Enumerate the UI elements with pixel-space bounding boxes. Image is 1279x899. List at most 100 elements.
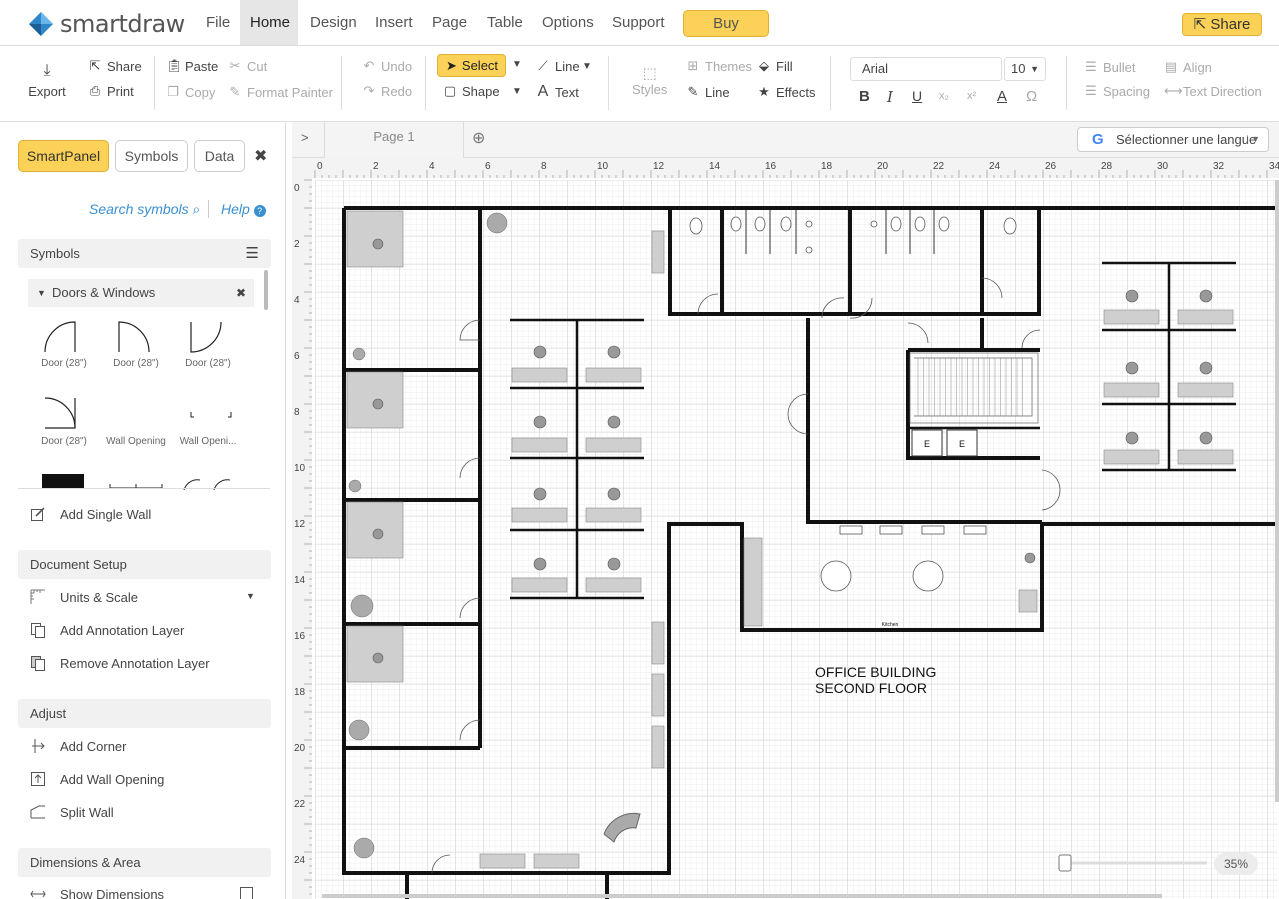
- fill-label: Fill: [776, 58, 793, 74]
- show-dimensions-row[interactable]: Show Dimensions: [30, 886, 164, 899]
- kitchen-label[interactable]: Kitchen: [882, 622, 899, 628]
- text-direction-button[interactable]: ⟷ Text Direction: [1164, 83, 1262, 99]
- menu-home[interactable]: Home: [240, 0, 298, 45]
- add-page-icon[interactable]: ⊕: [472, 128, 485, 148]
- effects-button[interactable]: ★ Effects: [757, 84, 815, 100]
- format-painter-button[interactable]: ✎ Format Painter: [228, 84, 333, 100]
- ruler-tick-label: 16: [294, 631, 306, 642]
- symbol-door-3[interactable]: Door (28"): [176, 316, 240, 369]
- tab-page-1[interactable]: Page 1: [324, 122, 464, 158]
- spacing-button[interactable]: ☰ Spacing: [1084, 83, 1150, 99]
- undo-button[interactable]: ↶ Undo: [362, 58, 413, 74]
- symbol-door-4[interactable]: Door (28"): [32, 394, 96, 447]
- symbol-wall-opening-2[interactable]: Wall Openi...: [176, 394, 240, 447]
- share-ribbon-button[interactable]: ⇱ Share: [88, 58, 142, 74]
- add-single-wall-button[interactable]: Add Single Wall: [30, 506, 151, 522]
- remove-annotation-layer-button[interactable]: Remove Annotation Layer: [30, 655, 210, 671]
- add-corner-button[interactable]: Add Corner: [30, 738, 126, 754]
- export-label: Export: [28, 84, 66, 99]
- export-button[interactable]: ⤓ Export: [28, 62, 66, 99]
- shape-dropdown-icon[interactable]: ▼: [512, 86, 522, 97]
- font-size-select[interactable]: 10 ▼: [1004, 57, 1046, 81]
- language-select[interactable]: G Sélectionner une langue | ▼: [1077, 127, 1269, 152]
- symbol-wall-opening[interactable]: Wall Opening: [104, 394, 168, 447]
- door-icon: [44, 397, 76, 429]
- print-button[interactable]: ⎙ Print: [88, 83, 134, 99]
- bullet-button[interactable]: ☰ Bullet: [1084, 59, 1135, 75]
- symbols-section-header[interactable]: Symbols ☰: [18, 239, 271, 268]
- add-annotation-layer-button[interactable]: Add Annotation Layer: [30, 622, 184, 638]
- line-dropdown-icon[interactable]: ▼: [582, 61, 592, 72]
- copy-button[interactable]: ❐ Copy: [166, 84, 215, 100]
- ruler-tick-label: 4: [294, 295, 300, 306]
- symbol-wall-thumbnail[interactable]: [42, 474, 84, 488]
- menu-support[interactable]: Support: [602, 0, 675, 45]
- font-name-select[interactable]: Arial: [850, 57, 1002, 81]
- bold-button[interactable]: B: [859, 88, 870, 105]
- redo-button[interactable]: ↷ Redo: [362, 83, 413, 99]
- caret-down-icon: ▼: [37, 288, 46, 298]
- paste-button[interactable]: 📋︎ Paste: [166, 58, 218, 74]
- styles-label: Styles: [632, 82, 668, 97]
- buy-button[interactable]: Buy: [683, 10, 769, 37]
- menu-page[interactable]: Page: [422, 0, 477, 45]
- ruler-icon: [30, 589, 45, 604]
- add-annotation-layer-label: Add Annotation Layer: [60, 622, 185, 638]
- divider: [18, 488, 270, 489]
- select-dropdown-icon[interactable]: ▼: [512, 59, 522, 70]
- symbols-scrollbar[interactable]: [264, 270, 268, 310]
- subscript-button[interactable]: x₂: [939, 90, 949, 102]
- clear-format-button[interactable]: Ω: [1026, 88, 1037, 105]
- text-tool-button[interactable]: A Text: [536, 83, 579, 101]
- menu-table[interactable]: Table: [477, 0, 533, 45]
- floor-plan[interactable]: 0 2 4 6 8 10 12 14 16 18 20 22 24 26 28 30 32 34 02468101…: [292, 158, 1279, 899]
- themes-button[interactable]: ⊞ Themes: [686, 58, 752, 74]
- align-button[interactable]: ▤ Align: [1164, 59, 1212, 75]
- plan-title-line2[interactable]: SECOND FLOOR: [815, 680, 927, 696]
- menu-file[interactable]: File: [196, 0, 240, 45]
- menu-insert[interactable]: Insert: [365, 0, 423, 45]
- ruler-tick-label: 14: [294, 575, 306, 586]
- add-wall-opening-button[interactable]: Add Wall Opening: [30, 771, 164, 787]
- line-style-button[interactable]: ✎ Line: [686, 84, 730, 100]
- smartdraw-logo[interactable]: smartdraw: [28, 10, 185, 38]
- tab-symbols[interactable]: Symbols: [115, 140, 188, 172]
- share-button[interactable]: ⇱ Share: [1182, 13, 1262, 36]
- menu-design[interactable]: Design: [300, 0, 367, 45]
- split-wall-button[interactable]: Split Wall: [30, 804, 114, 820]
- italic-button[interactable]: I: [887, 88, 893, 106]
- close-icon[interactable]: ✖: [236, 279, 246, 307]
- expand-panel-icon[interactable]: >: [301, 130, 309, 145]
- menu-options[interactable]: Options: [532, 0, 604, 45]
- close-icon[interactable]: ✖: [254, 146, 267, 166]
- tab-data[interactable]: Data: [194, 140, 245, 172]
- ruler-tick-label: 16: [765, 161, 777, 172]
- font-color-button[interactable]: A: [997, 88, 1007, 105]
- layer-add-icon: [31, 623, 45, 638]
- symbol-door-1[interactable]: Door (28"): [32, 316, 96, 369]
- search-symbols-link[interactable]: Search symbols ⌕: [89, 201, 200, 218]
- library-header[interactable]: ▼ Doors & Windows ✖: [28, 279, 254, 307]
- shape-tool-button[interactable]: ▢ Shape: [443, 83, 500, 99]
- horizontal-scrollbar[interactable]: [322, 894, 1162, 898]
- drawing-canvas[interactable]: 0 2 4 6 8 10 12 14 16 18 20 22 24 26 28 30 32 34 0 2 4 6 8 10 1…: [292, 158, 1279, 899]
- caret-down-icon[interactable]: ▼: [246, 591, 255, 601]
- list-icon: ☰: [1085, 59, 1097, 74]
- vertical-scrollbar[interactable]: [1275, 180, 1279, 802]
- divider: [208, 200, 209, 218]
- zoom-slider-handle[interactable]: [1058, 854, 1072, 872]
- units-scale-button[interactable]: Units & Scale: [30, 589, 138, 605]
- line-tool-button[interactable]: ⟋ Line: [536, 58, 579, 74]
- styles-button[interactable]: ⬚ Styles: [632, 64, 667, 97]
- cut-button[interactable]: ✂ Cut: [228, 58, 268, 74]
- symbol-door-2[interactable]: Door (28"): [104, 316, 168, 369]
- superscript-button[interactable]: x²: [967, 90, 976, 102]
- underline-button[interactable]: U: [912, 88, 922, 104]
- tab-smartpanel[interactable]: SmartPanel: [18, 140, 109, 172]
- help-link[interactable]: Help ?: [221, 201, 266, 217]
- show-dimensions-checkbox[interactable]: [240, 887, 253, 899]
- fill-button[interactable]: ⬙ Fill: [757, 58, 793, 74]
- hamburger-menu-icon[interactable]: ☰: [246, 239, 259, 268]
- plan-title-line1[interactable]: OFFICE BUILDING: [815, 664, 936, 680]
- select-tool-button[interactable]: ➤ Select: [437, 54, 506, 77]
